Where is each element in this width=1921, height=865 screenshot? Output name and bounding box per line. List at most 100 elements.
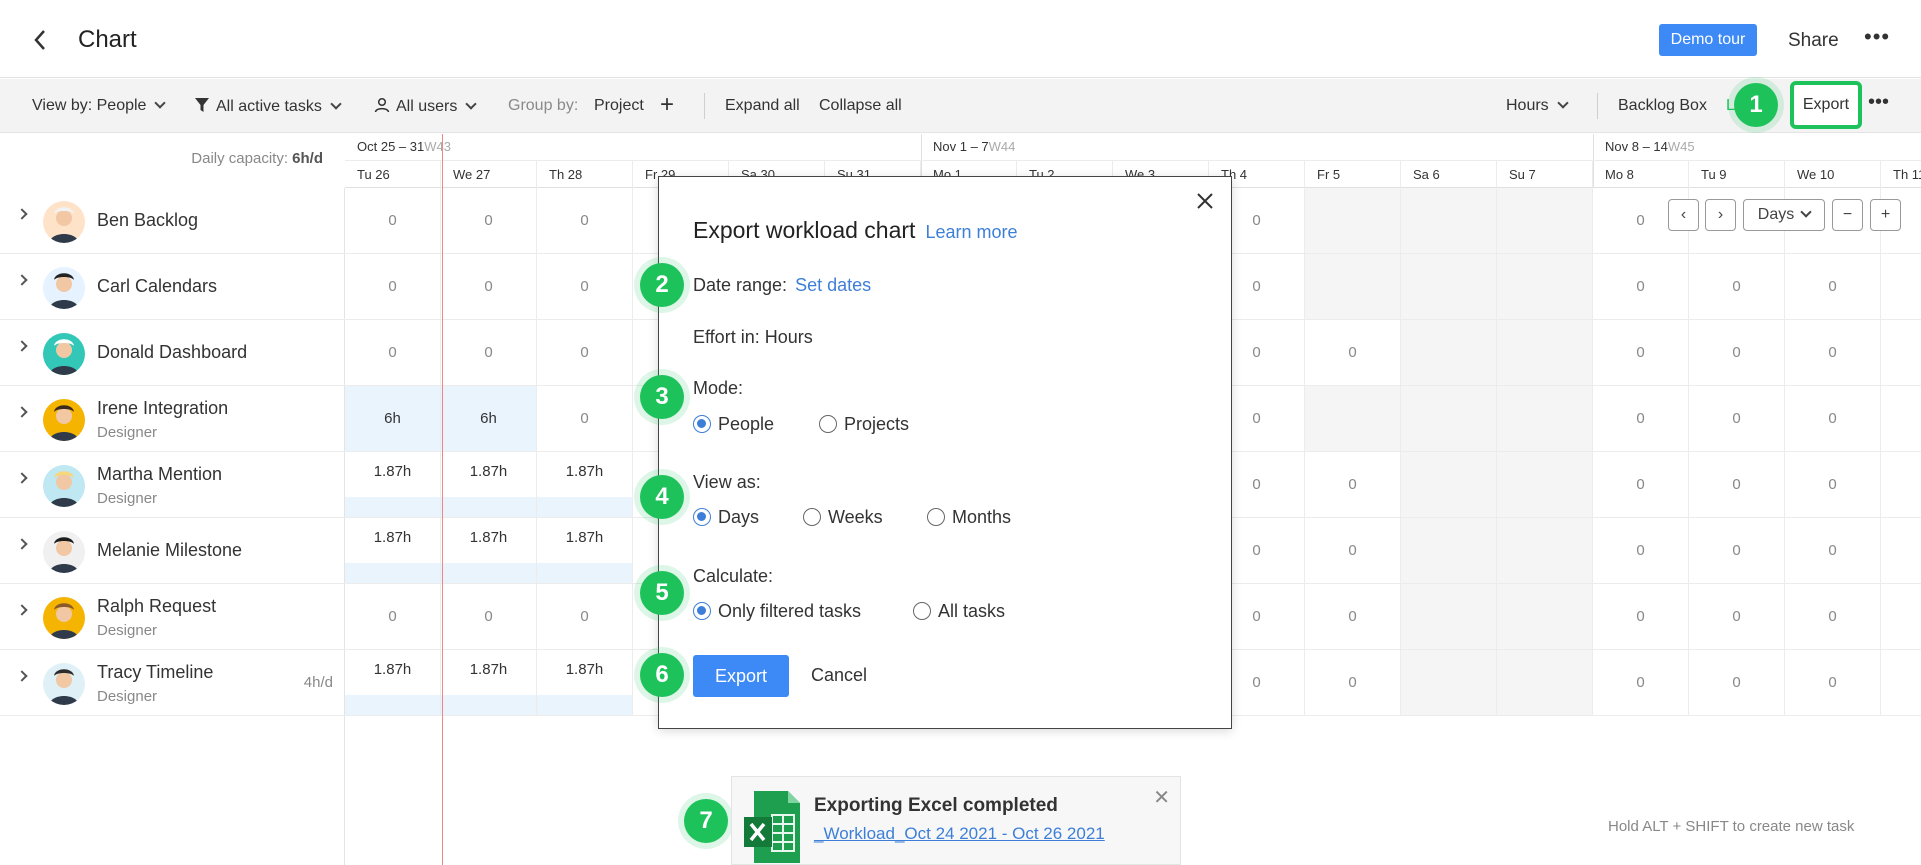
person-row[interactable]: Ben Backlog [0, 188, 345, 254]
view-weeks-radio[interactable]: Weeks [803, 507, 883, 528]
expand-chevron-icon[interactable] [16, 670, 28, 682]
workload-cell[interactable]: 0 [1785, 650, 1881, 716]
mode-projects-radio[interactable]: Projects [819, 414, 909, 435]
workload-cell[interactable] [1881, 584, 1921, 650]
workload-cell[interactable]: 0 [441, 188, 537, 254]
expand-chevron-icon[interactable] [16, 274, 28, 286]
workload-cell[interactable] [1881, 320, 1921, 386]
group-by-value[interactable]: Project [594, 97, 644, 115]
workload-cell[interactable]: 0 [1785, 254, 1881, 320]
workload-cell[interactable]: 0 [1689, 452, 1785, 518]
workload-cell[interactable]: 1.87h [537, 518, 633, 584]
workload-cell[interactable] [1401, 650, 1497, 716]
workload-cell[interactable]: 6h [345, 386, 441, 452]
workload-cell[interactable]: 0 [345, 188, 441, 254]
expand-chevron-icon[interactable] [16, 340, 28, 352]
workload-cell[interactable]: 0 [1593, 452, 1689, 518]
prev-period-button[interactable]: ‹ [1668, 199, 1699, 231]
person-row[interactable]: Ralph Request Designer [0, 584, 345, 650]
workload-cell[interactable] [1497, 188, 1593, 254]
add-group-icon[interactable]: + [660, 91, 674, 119]
workload-cell[interactable] [1401, 188, 1497, 254]
person-row[interactable]: Carl Calendars [0, 254, 345, 320]
workload-cell[interactable] [1497, 452, 1593, 518]
exported-file-link[interactable]: _Workload_Oct 24 2021 - Oct 26 2021 [814, 824, 1105, 844]
workload-cell[interactable]: 0 [1305, 518, 1401, 584]
person-row[interactable]: Tracy Timeline Designer 4h/d [0, 650, 345, 716]
workload-cell[interactable]: 0 [1785, 452, 1881, 518]
units-dropdown[interactable]: Hours [1506, 97, 1569, 115]
view-days-radio[interactable]: Days [693, 507, 759, 528]
calc-all-radio[interactable]: All tasks [913, 601, 1005, 622]
workload-cell[interactable]: 0 [537, 584, 633, 650]
workload-cell[interactable] [1401, 254, 1497, 320]
expand-chevron-icon[interactable] [16, 538, 28, 550]
workload-cell[interactable]: 0 [1305, 584, 1401, 650]
dialog-export-button[interactable]: Export [693, 655, 789, 697]
workload-cell[interactable]: 0 [537, 386, 633, 452]
workload-cell[interactable]: 0 [345, 584, 441, 650]
workload-cell[interactable] [1881, 452, 1921, 518]
workload-cell[interactable]: 0 [1689, 584, 1785, 650]
share-button[interactable]: Share [1788, 30, 1839, 52]
workload-cell[interactable] [1881, 650, 1921, 716]
back-chevron-icon[interactable] [32, 28, 48, 59]
expand-chevron-icon[interactable] [16, 604, 28, 616]
workload-cell[interactable]: 0 [1305, 320, 1401, 386]
workload-cell[interactable]: 1.87h [537, 650, 633, 716]
workload-cell[interactable]: 0 [1689, 320, 1785, 386]
workload-cell[interactable]: 0 [345, 320, 441, 386]
workload-cell[interactable] [1881, 518, 1921, 584]
users-dropdown[interactable]: All users [374, 97, 478, 116]
workload-cell[interactable]: 0 [1689, 254, 1785, 320]
workload-cell[interactable] [1401, 386, 1497, 452]
expand-all-button[interactable]: Expand all [725, 97, 800, 115]
expand-chevron-icon[interactable] [16, 472, 28, 484]
workload-cell[interactable] [1881, 254, 1921, 320]
workload-cell[interactable]: 0 [345, 254, 441, 320]
person-row[interactable]: Martha Mention Designer [0, 452, 345, 518]
view-months-radio[interactable]: Months [927, 507, 1011, 528]
demo-tour-button[interactable]: Demo tour [1659, 24, 1757, 56]
workload-cell[interactable] [1305, 386, 1401, 452]
workload-cell[interactable]: 0 [537, 188, 633, 254]
workload-cell[interactable]: 0 [1593, 254, 1689, 320]
workload-cell[interactable] [1401, 320, 1497, 386]
workload-cell[interactable]: 0 [1785, 518, 1881, 584]
workload-cell[interactable] [1401, 518, 1497, 584]
workload-cell[interactable]: 0 [537, 320, 633, 386]
workload-cell[interactable] [1497, 386, 1593, 452]
workload-cell[interactable] [1497, 320, 1593, 386]
calc-filtered-radio[interactable]: Only filtered tasks [693, 601, 861, 622]
collapse-all-button[interactable]: Collapse all [819, 97, 902, 115]
mode-people-radio[interactable]: People [693, 414, 774, 435]
backlog-box-button[interactable]: Backlog Box [1618, 97, 1707, 115]
workload-cell[interactable] [1881, 386, 1921, 452]
toolbar-more-icon[interactable]: ••• [1868, 91, 1889, 114]
toast-close-icon[interactable]: ✕ [1153, 785, 1170, 810]
next-period-button[interactable]: › [1705, 199, 1736, 231]
workload-cell[interactable]: 0 [1593, 386, 1689, 452]
workload-cell[interactable]: 6h [441, 386, 537, 452]
learn-more-link[interactable]: Learn more [925, 222, 1017, 242]
workload-cell[interactable]: 1.87h [537, 452, 633, 518]
workload-cell[interactable] [1305, 188, 1401, 254]
person-row[interactable]: Irene Integration Designer [0, 386, 345, 452]
workload-cell[interactable] [1497, 650, 1593, 716]
workload-cell[interactable]: 0 [1689, 518, 1785, 584]
workload-cell[interactable]: 1.87h [441, 518, 537, 584]
workload-cell[interactable] [1305, 254, 1401, 320]
workload-cell[interactable]: 0 [537, 254, 633, 320]
workload-cell[interactable]: 0 [1305, 650, 1401, 716]
workload-cell[interactable]: 0 [1593, 518, 1689, 584]
workload-cell[interactable] [1401, 584, 1497, 650]
workload-cell[interactable]: 0 [1593, 650, 1689, 716]
workload-cell[interactable]: 1.87h [441, 452, 537, 518]
workload-cell[interactable] [1497, 518, 1593, 584]
expand-chevron-icon[interactable] [16, 406, 28, 418]
workload-cell[interactable]: 0 [1689, 650, 1785, 716]
workload-cell[interactable]: 0 [1785, 386, 1881, 452]
zoom-in-button[interactable]: + [1870, 199, 1901, 231]
dialog-cancel-button[interactable]: Cancel [811, 665, 867, 686]
workload-cell[interactable] [1401, 452, 1497, 518]
